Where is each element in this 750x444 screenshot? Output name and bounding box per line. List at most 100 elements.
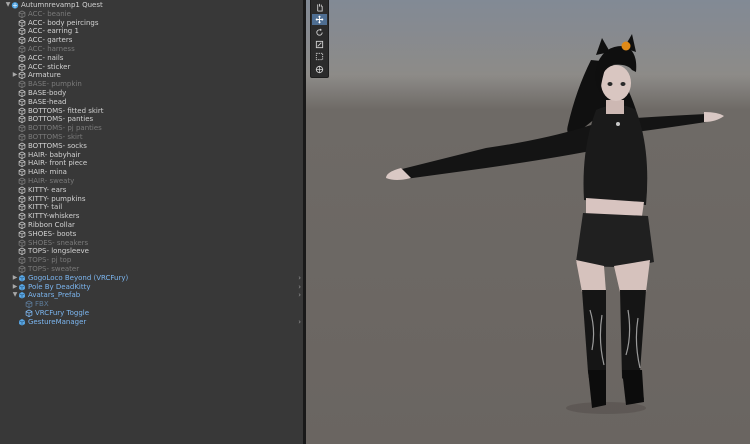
chevron-right-icon[interactable]: › [298,274,301,283]
hierarchy-item[interactable]: ACC- body peircings [0,19,303,28]
hierarchy-item-label: ACC- sticker [28,62,71,71]
chevron-right-icon[interactable]: › [298,318,301,327]
gameobject-icon [18,203,26,212]
gameobject-icon [18,239,26,248]
hierarchy-item[interactable]: ▶ GogoLoco Beyond (VRCFury) › [0,274,303,283]
hierarchy-item[interactable]: BASE-head [0,98,303,107]
hierarchy-item-label: SHOES- boots [28,229,77,238]
hierarchy-item[interactable]: KITTY- tail [0,203,303,212]
gameobject-icon [18,265,26,274]
hierarchy-item[interactable]: GestureManager › [0,318,303,327]
gameobject-icon [18,142,26,151]
hierarchy-item[interactable]: BOTTOMS- socks [0,142,303,151]
hierarchy-item[interactable]: KITTY-whiskers [0,212,303,221]
hierarchy-item[interactable]: HAIR- front piece [0,159,303,168]
hierarchy-item[interactable]: HAIR- babyhair [0,151,303,160]
hierarchy-item-label: HAIR- mina [28,168,67,177]
gameobject-icon [18,19,26,28]
hierarchy-item-label: TOPS- pj top [28,256,72,265]
avatar-hand-right [704,112,724,122]
hierarchy-item[interactable]: BASE-body [0,89,303,98]
gameobject-icon [18,36,26,45]
hierarchy-item[interactable]: SHOES- sneakers [0,239,303,248]
hierarchy-item[interactable]: VRCFury Toggle [0,309,303,318]
hierarchy-item-label: TOPS- longsleeve [28,247,89,256]
chevron-right-icon[interactable]: › [298,283,301,292]
hierarchy-item[interactable]: ACC- beanie [0,10,303,19]
gameobject-icon [18,54,26,63]
hierarchy-item[interactable]: ACC- sticker [0,63,303,72]
avatar-model [386,34,724,414]
avatar-collar-bell [616,122,620,126]
hierarchy-item-label: HAIR- sweaty [28,177,75,185]
gameobject-icon [18,133,26,142]
hierarchy-item-label: ACC- beanie [28,9,71,18]
gameobject-icon [18,71,26,80]
hierarchy-item[interactable]: BOTTOMS- fitted skirt [0,107,303,116]
hierarchy-item[interactable]: TOPS- longsleeve [0,247,303,256]
hierarchy-item-label: KITTY- pumpkins [28,194,86,203]
hierarchy-item[interactable]: ▶ Armature [0,71,303,80]
hierarchy-item[interactable]: TOPS- sweater [0,265,303,274]
gameobject-icon [18,230,26,239]
gameobject-icon [18,124,26,133]
gameobject-icon [18,186,26,195]
avatar-torso [583,105,648,205]
gameobject-icon [18,63,26,72]
avatar-arm-right [636,114,714,132]
hierarchy-item-label: BOTTOMS- pj panties [28,124,102,133]
hierarchy-item-label: KITTY- ears [28,185,67,194]
hierarchy-item-label: Armature [28,71,61,80]
gameobject-icon [25,309,33,318]
avatar-boot-right [622,370,644,405]
hierarchy-item[interactable]: KITTY- pumpkins [0,195,303,204]
hierarchy-item-label: Autumnrevamp1 Quest [21,1,103,9]
hierarchy-item-label: KITTY- tail [28,203,63,212]
gameobject-icon [18,115,26,124]
gameobject-icon [18,45,26,54]
gameobject-icon [18,10,26,19]
hierarchy-item-label: HAIR- front piece [28,159,88,168]
gameobject-icon [18,98,26,107]
gameobject-icon [18,89,26,98]
avatar-neck [606,100,624,114]
avatar-skirt [576,213,654,267]
hierarchy-item[interactable]: ▼ Avatars_Prefab › [0,291,303,300]
avatar-eye-right [620,82,626,86]
avatar-eye-left [607,82,613,86]
gameobject-icon [18,168,26,177]
hierarchy-item-label: BOTTOMS- panties [28,115,94,124]
prefab-icon [18,283,26,292]
hierarchy-item[interactable]: BASE- pumpkin [0,80,303,89]
hierarchy-item[interactable]: FBX [0,300,303,309]
chevron-right-icon[interactable]: › [298,291,301,300]
hierarchy-item[interactable]: ACC- nails [0,54,303,63]
hierarchy-item[interactable]: ▼ Autumnrevamp1 Quest [0,1,303,10]
scene-view[interactable] [306,0,750,444]
hierarchy-item-label: ACC- garters [28,36,73,45]
prefab-icon [18,291,26,300]
hierarchy-item[interactable]: HAIR- sweaty [0,177,303,186]
gameobject-icon [18,221,26,230]
prefab-icon [18,318,26,327]
hierarchy-item-label: BASE-head [28,97,67,106]
hierarchy-item[interactable]: ACC- garters [0,36,303,45]
hierarchy-item[interactable]: TOPS- pj top [0,256,303,265]
hierarchy-item[interactable]: BOTTOMS- skirt [0,133,303,142]
hierarchy-item[interactable]: ACC- harness [0,45,303,54]
hierarchy-item[interactable]: KITTY- ears [0,186,303,195]
hierarchy-item[interactable]: BOTTOMS- pj panties [0,124,303,133]
hierarchy-item[interactable]: ▶ Pole By DeadKitty › [0,283,303,292]
hierarchy-item-label: VRCFury Toggle [35,309,90,317]
hierarchy-item[interactable]: ACC- earring 1 [0,27,303,36]
hierarchy-item[interactable]: BOTTOMS- panties [0,115,303,124]
gameobject-icon [18,151,26,160]
prefab-icon [18,274,26,283]
hierarchy-item-label: TOPS- sweater [28,265,80,273]
gameobject-icon [18,80,26,89]
hierarchy-item[interactable]: HAIR- mina [0,168,303,177]
hierarchy-item[interactable]: Ribbon Collar [0,221,303,230]
hierarchy-item-label: Pole By DeadKitty [28,282,91,291]
avatar-pumpkin [621,41,631,51]
hierarchy-item[interactable]: SHOES- boots [0,230,303,239]
